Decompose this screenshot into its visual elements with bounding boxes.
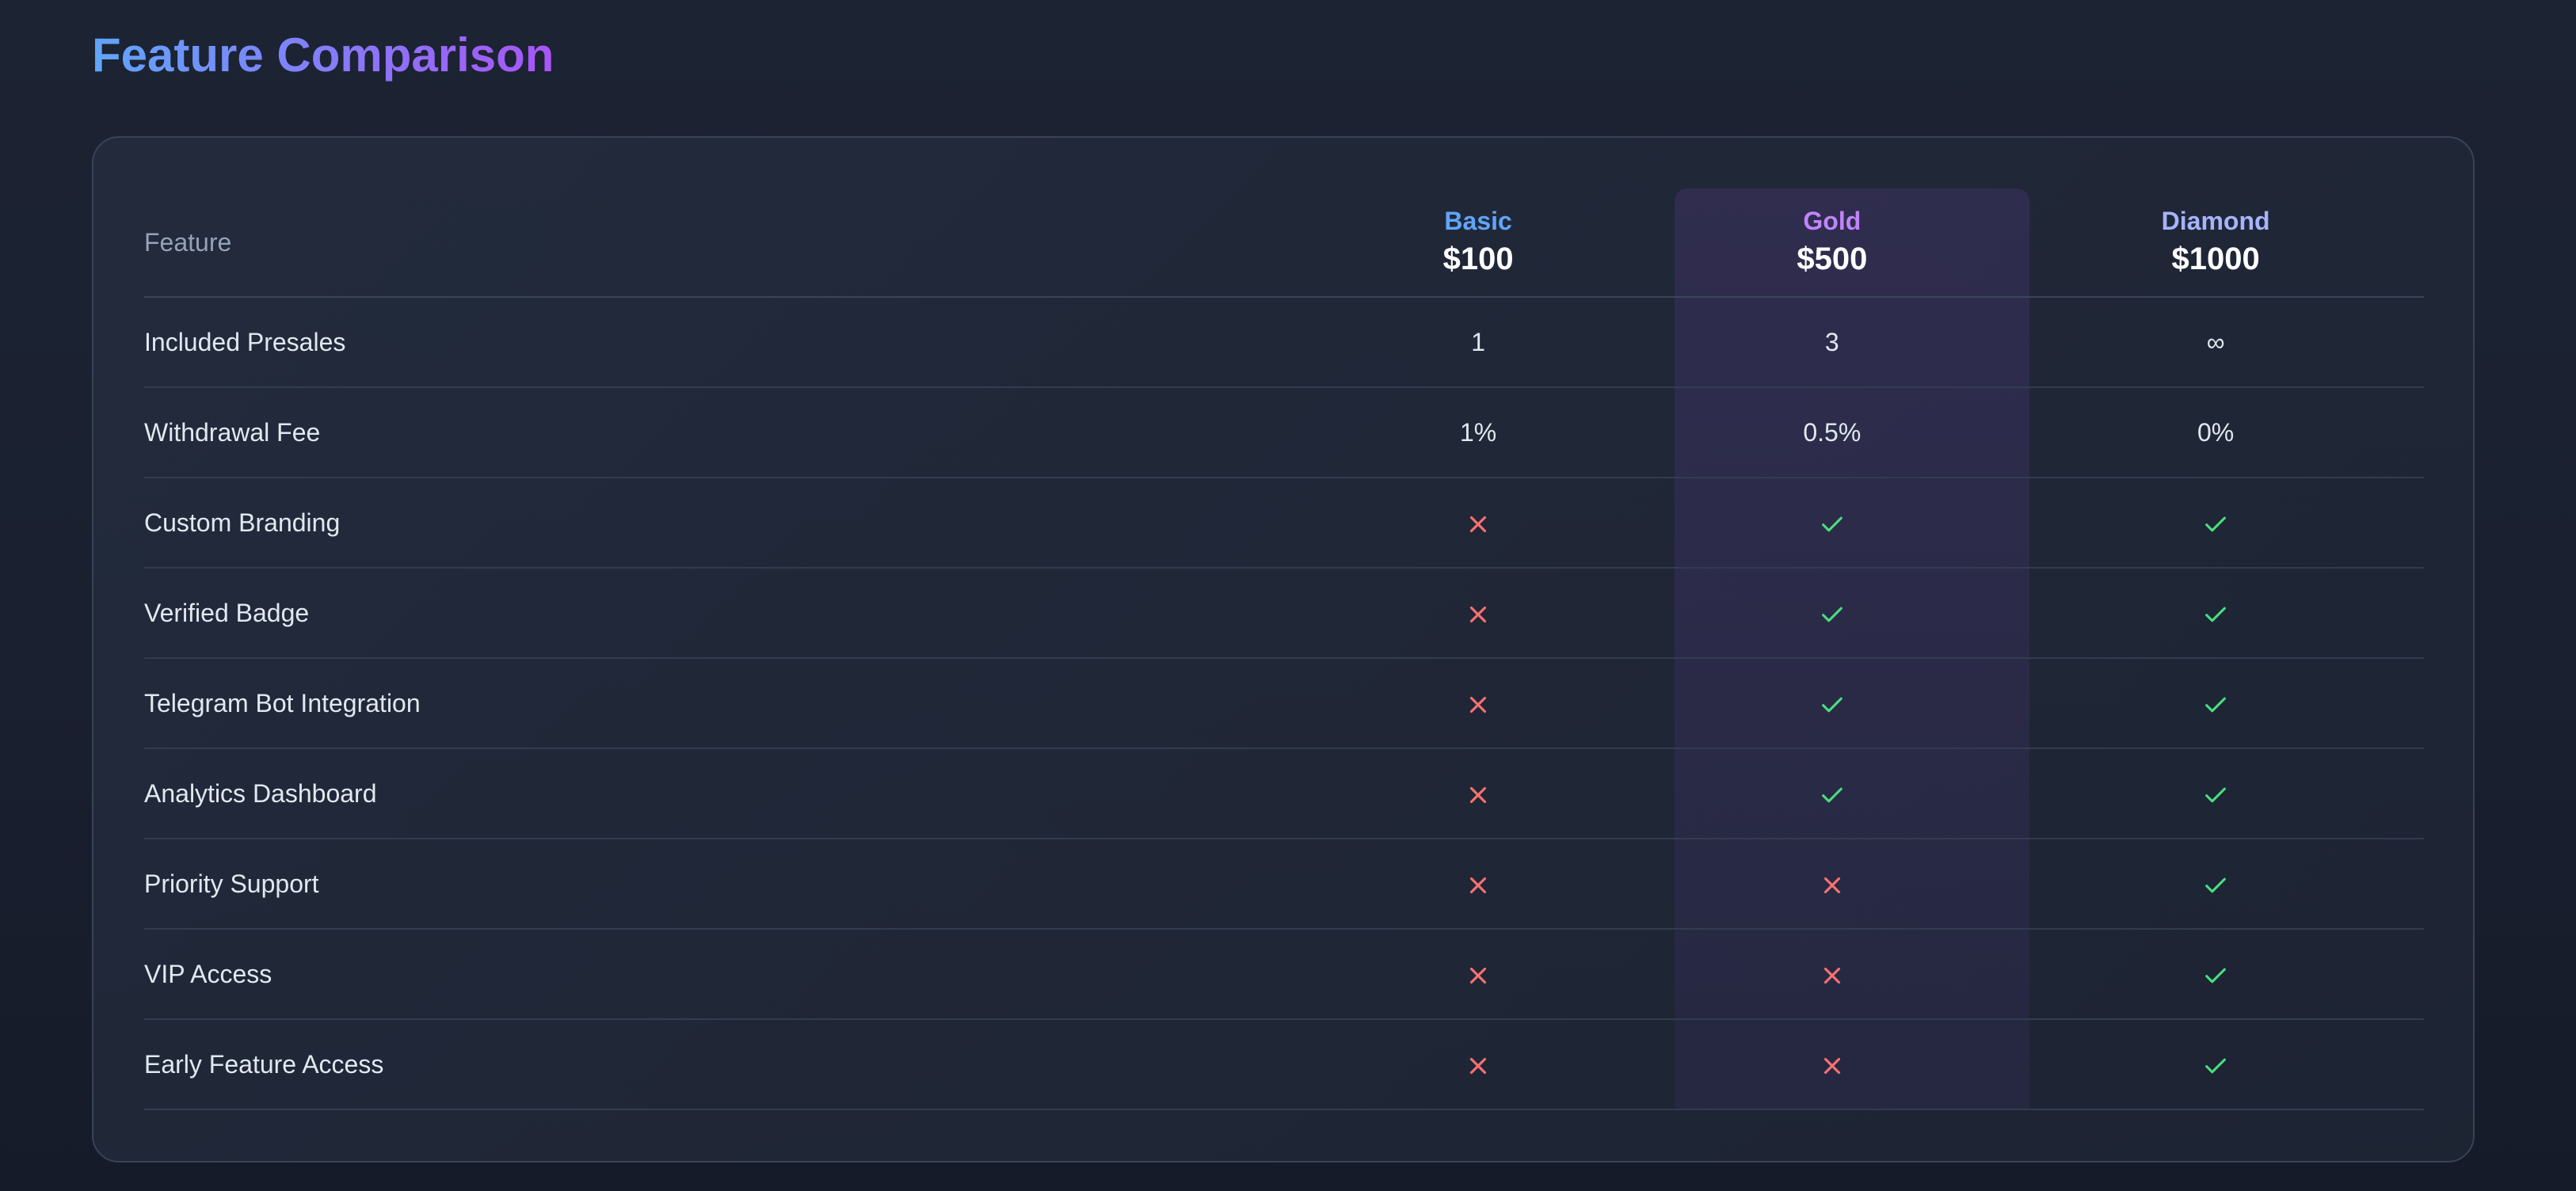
value-gold: 0.5% bbox=[1803, 417, 1862, 447]
cross-icon bbox=[1300, 778, 1657, 809]
table-row: Telegram Bot Integration bbox=[144, 659, 2424, 749]
tier-header-basic: Basic $100 bbox=[1300, 205, 1657, 280]
table-row: Early Feature Access bbox=[144, 1020, 2424, 1110]
table-row: VIP Access bbox=[144, 930, 2424, 1020]
tier-price: $100 bbox=[1442, 242, 1514, 276]
check-icon bbox=[2007, 778, 2424, 809]
check-icon bbox=[2007, 598, 2424, 628]
feature-label: Priority Support bbox=[144, 869, 319, 898]
table-row: Analytics Dashboard bbox=[144, 749, 2424, 839]
tier-name: Diamond bbox=[2161, 207, 2270, 235]
table-body: Included Presales 1 3 ∞ Withdrawal Fee 1% 0.5%… bbox=[144, 298, 2424, 1110]
check-icon bbox=[2007, 959, 2424, 989]
comparison-card: Feature Basic $100 Gold $500 Diamond $10… bbox=[92, 136, 2475, 1162]
check-icon bbox=[2007, 869, 2424, 899]
cross-icon bbox=[1656, 1049, 2007, 1079]
feature-label: Custom Branding bbox=[144, 508, 341, 537]
cross-icon bbox=[1300, 598, 1657, 628]
feature-label: Telegram Bot Integration bbox=[144, 688, 421, 717]
cross-icon bbox=[1300, 959, 1657, 989]
check-icon bbox=[2007, 688, 2424, 718]
tier-price: $500 bbox=[1797, 242, 1868, 276]
value-diamond: ∞ bbox=[2206, 327, 2225, 356]
value-gold: 3 bbox=[1824, 327, 1839, 356]
check-icon bbox=[1656, 508, 2007, 538]
table-row: Withdrawal Fee 1% 0.5% 0% bbox=[144, 388, 2424, 478]
page-title: Feature Comparison bbox=[92, 27, 554, 84]
feature-label: Included Presales bbox=[144, 327, 346, 356]
comparison-table: Feature Basic $100 Gold $500 Diamond $10… bbox=[144, 188, 2424, 1110]
cross-icon bbox=[1300, 508, 1657, 538]
table-row: Custom Branding bbox=[144, 478, 2424, 569]
cross-icon bbox=[1300, 1049, 1657, 1079]
feature-column-header: Feature bbox=[144, 227, 232, 257]
tier-header-gold: Gold $500 bbox=[1656, 205, 2007, 280]
cross-icon bbox=[1656, 869, 2007, 899]
feature-label: Verified Badge bbox=[144, 598, 310, 627]
table-row: Included Presales 1 3 ∞ bbox=[144, 298, 2424, 388]
feature-label: Withdrawal Fee bbox=[144, 417, 321, 447]
tier-name: Basic bbox=[1444, 207, 1512, 235]
check-icon bbox=[1656, 598, 2007, 628]
cross-icon bbox=[1300, 869, 1657, 899]
check-icon bbox=[1656, 778, 2007, 809]
cross-icon bbox=[1300, 688, 1657, 718]
check-icon bbox=[2007, 508, 2424, 538]
value-basic: 1 bbox=[1471, 327, 1485, 356]
feature-label: Early Feature Access bbox=[144, 1049, 384, 1079]
feature-label: VIP Access bbox=[144, 959, 272, 988]
check-icon bbox=[1656, 688, 2007, 718]
value-basic: 1% bbox=[1459, 417, 1497, 447]
cross-icon bbox=[1656, 959, 2007, 989]
tier-header-diamond: Diamond $1000 bbox=[2007, 205, 2424, 280]
tier-price: $1000 bbox=[2171, 242, 2260, 276]
table-row: Priority Support bbox=[144, 839, 2424, 930]
feature-label: Analytics Dashboard bbox=[144, 778, 377, 808]
table-row: Verified Badge bbox=[144, 569, 2424, 659]
table-header: Feature Basic $100 Gold $500 Diamond $10… bbox=[144, 188, 2424, 298]
tier-name: Gold bbox=[1803, 207, 1862, 235]
check-icon bbox=[2007, 1049, 2424, 1079]
value-diamond: 0% bbox=[2197, 417, 2235, 447]
